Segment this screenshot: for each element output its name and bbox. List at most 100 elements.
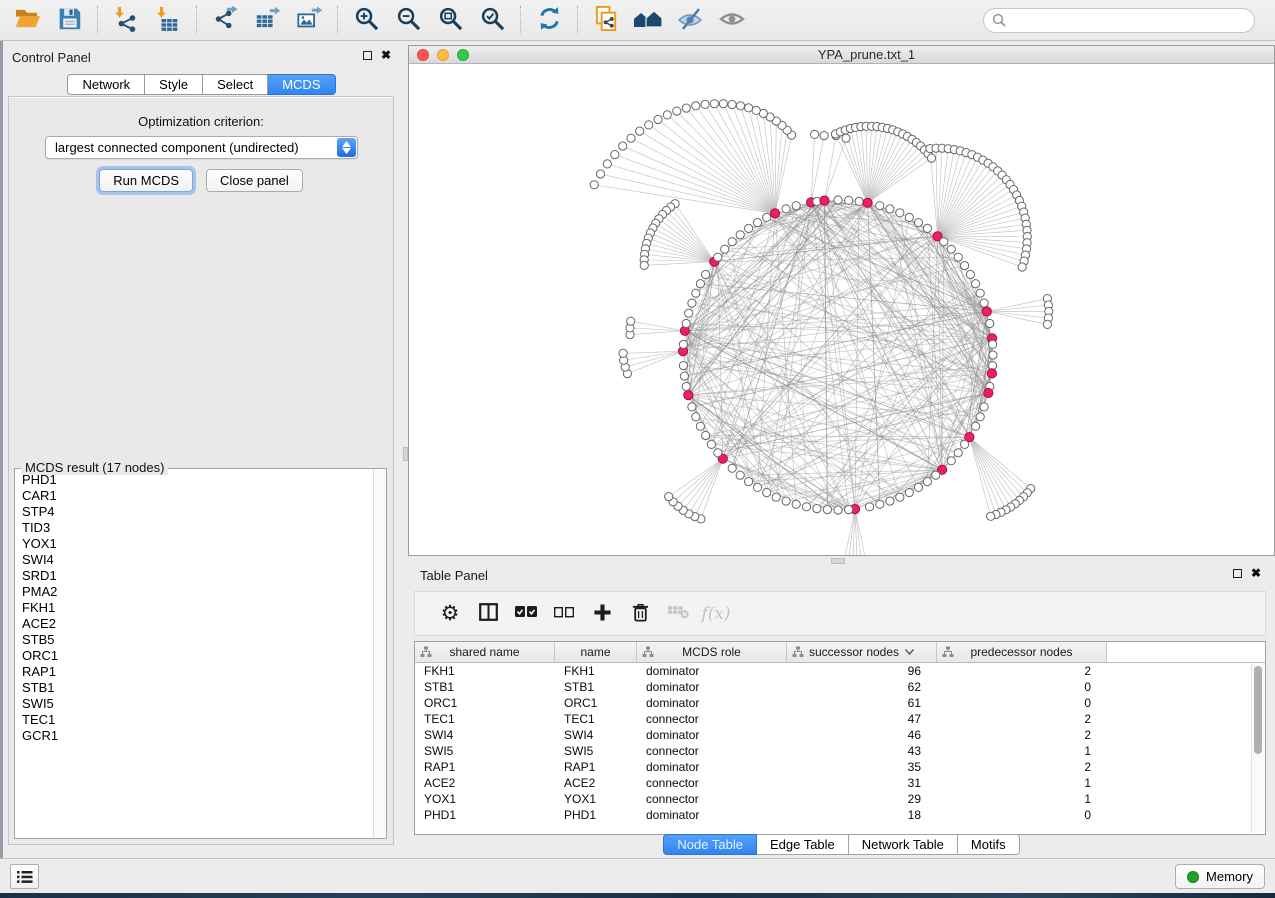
- cell-shared-name: ACE2: [415, 775, 555, 791]
- table-scrollbar[interactable]: [1251, 664, 1264, 833]
- open-file-button[interactable]: [6, 3, 48, 37]
- tab-node-table[interactable]: Node Table: [663, 834, 757, 855]
- mcds-result-node[interactable]: PHD1: [15, 472, 373, 488]
- mcds-result-node[interactable]: TID3: [15, 520, 373, 536]
- cell-successor-nodes: 96: [787, 663, 937, 679]
- zoom-out-button[interactable]: [387, 3, 429, 37]
- show-columns-button[interactable]: [469, 595, 507, 633]
- mcds-result-node[interactable]: PMA2: [15, 584, 373, 600]
- tab-network[interactable]: Network: [67, 74, 145, 95]
- zoom-selected-button[interactable]: [471, 3, 513, 37]
- table-row[interactable]: SWI4SWI4dominator462: [415, 727, 1265, 743]
- tab-edge-table[interactable]: Edge Table: [757, 834, 849, 855]
- mcds-result-node[interactable]: STB5: [15, 632, 373, 648]
- table-row[interactable]: ORC1ORC1dominator610: [415, 695, 1265, 711]
- table-row[interactable]: STB1STB1dominator620: [415, 679, 1265, 695]
- close-window-button[interactable]: [417, 49, 429, 61]
- select-all-columns-icon: [515, 606, 537, 621]
- close-table-panel-icon[interactable]: ✖: [1251, 568, 1261, 578]
- settings-button[interactable]: ⚙: [431, 595, 469, 633]
- deselect-all-columns-button[interactable]: [545, 595, 583, 633]
- table-scrollbar-thumb[interactable]: [1254, 666, 1262, 754]
- optimization-criterion-dropdown[interactable]: largest connected component (undirected): [45, 136, 358, 159]
- select-all-columns-button[interactable]: [507, 595, 545, 633]
- table-row[interactable]: SWI5SWI5connector431: [415, 743, 1265, 759]
- cell-name: PHD1: [555, 807, 637, 823]
- panel-list-button[interactable]: [10, 864, 39, 889]
- tab-network-table[interactable]: Network Table: [849, 834, 958, 855]
- table-row[interactable]: FKH1FKH1dominator962: [415, 663, 1265, 679]
- mcds-result-node[interactable]: STB1: [15, 680, 373, 696]
- table-row[interactable]: TEC1TEC1connector472: [415, 711, 1265, 727]
- mcds-result-node[interactable]: SRD1: [15, 568, 373, 584]
- status-bar: Memory: [0, 858, 1275, 893]
- import-network-button[interactable]: [105, 3, 147, 37]
- memory-button-label: Memory: [1206, 869, 1253, 884]
- export-network-button[interactable]: [204, 3, 246, 37]
- tab-mcds[interactable]: MCDS: [268, 74, 335, 95]
- mcds-result-node[interactable]: SWI5: [15, 696, 373, 712]
- column-header-name[interactable]: name: [555, 642, 637, 662]
- tab-motifs[interactable]: Motifs: [958, 834, 1020, 855]
- minimize-window-button[interactable]: [437, 49, 449, 61]
- column-type-icon: [792, 646, 804, 658]
- result-list-scrollbar[interactable]: [373, 469, 386, 838]
- table-row[interactable]: PHD1PHD1dominator180: [415, 807, 1265, 823]
- mcds-result-node[interactable]: RAP1: [15, 664, 373, 680]
- mcds-result-node[interactable]: FKH1: [15, 600, 373, 616]
- control-panel-header: Control Panel ✖: [0, 48, 403, 70]
- search-icon: [992, 13, 1006, 32]
- column-header-shared-name[interactable]: shared name: [415, 642, 555, 662]
- mcds-result-node[interactable]: ACE2: [15, 616, 373, 632]
- settings-icon: ⚙: [441, 604, 460, 624]
- cell-successor-nodes: 31: [787, 775, 937, 791]
- mcds-result-node[interactable]: SWI4: [15, 552, 373, 568]
- export-image-button[interactable]: [288, 3, 330, 37]
- column-header-successor-nodes[interactable]: successor nodes: [787, 642, 937, 662]
- zoom-fit-button[interactable]: [429, 3, 471, 37]
- cell-name: TEC1: [555, 711, 637, 727]
- cell-predecessor-nodes: 2: [937, 711, 1107, 727]
- table-row[interactable]: ACE2ACE2connector311: [415, 775, 1265, 791]
- float-panel-icon[interactable]: [363, 51, 372, 60]
- zoom-window-button[interactable]: [457, 49, 469, 61]
- table-row[interactable]: RAP1RAP1dominator352: [415, 759, 1265, 775]
- horizontal-splitter-handle[interactable]: [831, 558, 845, 564]
- cell-MCDS-role: dominator: [637, 695, 787, 711]
- tab-style[interactable]: Style: [145, 74, 203, 95]
- hide-selected-button[interactable]: [669, 3, 711, 37]
- delete-column-button[interactable]: [621, 595, 659, 633]
- tab-select[interactable]: Select: [203, 74, 268, 95]
- mcds-result-node[interactable]: TEC1: [15, 712, 373, 728]
- save-session-button[interactable]: [48, 3, 90, 37]
- mcds-result-node[interactable]: CAR1: [15, 488, 373, 504]
- close-panel-icon[interactable]: ✖: [381, 50, 391, 60]
- refresh-button[interactable]: [528, 3, 570, 37]
- mcds-result-node[interactable]: YOX1: [15, 536, 373, 552]
- cell-shared-name: YOX1: [415, 791, 555, 807]
- mcds-result-node[interactable]: STP4: [15, 504, 373, 520]
- mcds-result-node[interactable]: GCR1: [15, 728, 373, 744]
- table-row[interactable]: YOX1YOX1connector291: [415, 791, 1265, 807]
- run-mcds-button[interactable]: Run MCDS: [99, 169, 193, 192]
- mcds-result-node[interactable]: ORC1: [15, 648, 373, 664]
- duplicate-network-button[interactable]: [585, 3, 627, 37]
- zoom-in-button[interactable]: [345, 3, 387, 37]
- close-panel-button[interactable]: Close panel: [206, 169, 303, 192]
- column-header-predecessor-nodes[interactable]: predecessor nodes: [937, 642, 1107, 662]
- add-column-button[interactable]: [583, 595, 621, 633]
- application-window: Control Panel ✖ NetworkStyleSelectMCDS O…: [0, 0, 1275, 898]
- cell-MCDS-role: connector: [637, 791, 787, 807]
- import-table-button[interactable]: [147, 3, 189, 37]
- column-header-MCDS-role[interactable]: MCDS role: [637, 642, 787, 662]
- export-table-button[interactable]: [246, 3, 288, 37]
- first-neighbors-button[interactable]: [627, 3, 669, 37]
- show-all-button[interactable]: [711, 3, 753, 37]
- first-neighbors-icon: [633, 6, 663, 35]
- network-graph-canvas[interactable]: [409, 64, 1274, 555]
- float-table-panel-icon[interactable]: [1233, 569, 1242, 578]
- search-input[interactable]: [983, 8, 1255, 33]
- memory-status-dot: [1187, 871, 1199, 883]
- cell-name: ORC1: [555, 695, 637, 711]
- memory-button[interactable]: Memory: [1175, 864, 1265, 889]
